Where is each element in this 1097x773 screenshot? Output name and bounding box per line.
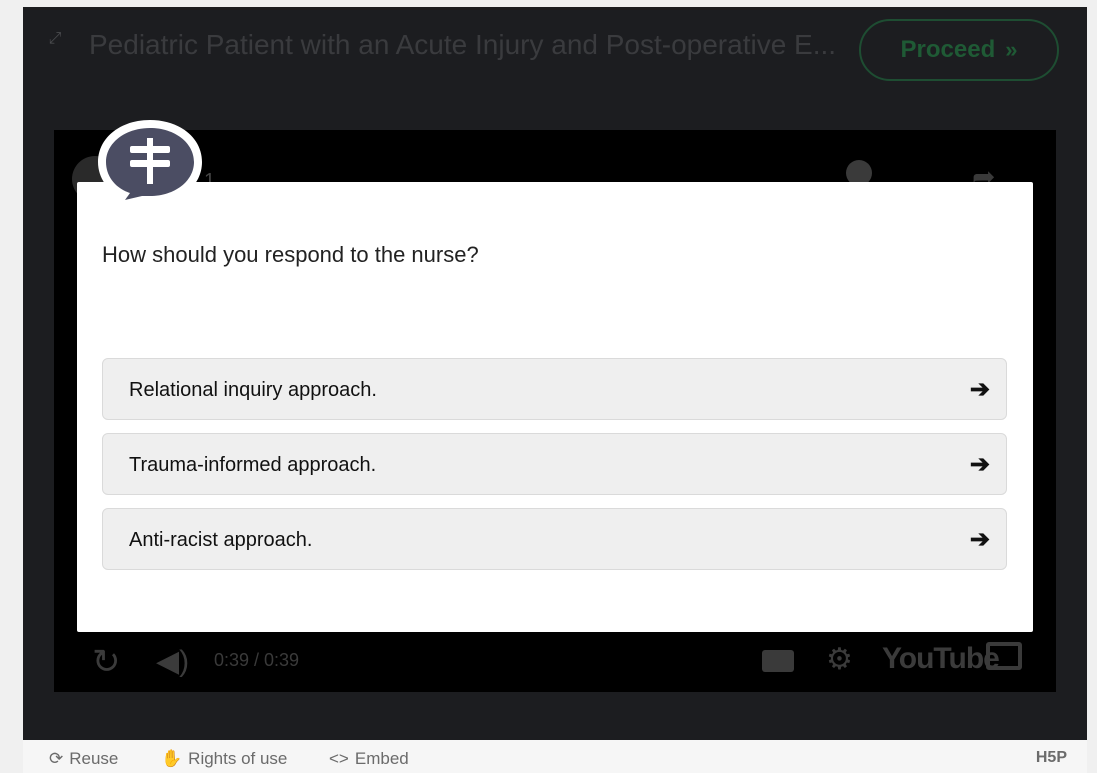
answer-option[interactable]: Relational inquiry approach. ➔ — [102, 358, 1007, 420]
replay-icon[interactable]: ↻ — [92, 642, 121, 682]
reuse-link[interactable]: ⟳ Reuse — [49, 749, 118, 769]
answer-option[interactable]: Trauma-informed approach. ➔ — [102, 433, 1007, 495]
h5p-footer: ⟳ Reuse ✋ Rights of use <> Embed H5P — [23, 740, 1087, 773]
video-controls: ↻ ◀) 0:39 / 0:39 ⚙ YouTube — [54, 628, 1056, 692]
answer-label: Relational inquiry approach. — [129, 379, 377, 401]
code-icon: <> — [329, 749, 349, 768]
proceed-label: Proceed — [900, 36, 996, 63]
header: ⤢ Pediatric Patient with an Acute Injury… — [23, 7, 1087, 97]
expand-icon[interactable]: ⤢ — [45, 29, 65, 49]
signpost-icon — [98, 120, 202, 208]
page-title: Pediatric Patient with an Acute Injury a… — [89, 29, 837, 60]
answer-label: Trauma-informed approach. — [129, 454, 377, 476]
handshake-icon: ✋ — [161, 749, 183, 768]
embed-label: Embed — [354, 749, 409, 768]
rights-of-use-link[interactable]: ✋ Rights of use — [161, 749, 287, 769]
h5p-logo[interactable]: H5P — [1036, 749, 1067, 767]
rights-label: Rights of use — [188, 749, 288, 768]
reuse-icon: ⟳ — [49, 749, 64, 768]
gear-icon[interactable]: ⚙ — [826, 642, 853, 677]
arrow-right-icon: ➔ — [969, 526, 990, 553]
airplay-icon[interactable] — [986, 642, 1022, 670]
youtube-logo[interactable]: YouTube — [882, 642, 1000, 676]
captions-icon[interactable] — [762, 650, 794, 672]
answer-label: Anti-racist approach. — [129, 529, 313, 551]
answer-option[interactable]: Anti-racist approach. ➔ — [102, 508, 1007, 570]
volume-icon[interactable]: ◀) — [156, 644, 189, 679]
reuse-label: Reuse — [69, 749, 119, 768]
arrow-right-icon: ➔ — [969, 376, 990, 403]
branching-question-dialog: How should you respond to the nurse? Rel… — [77, 182, 1033, 632]
proceed-button[interactable]: Proceed » — [859, 19, 1059, 81]
arrow-right-icon: ➔ — [969, 451, 990, 478]
time-display: 0:39 / 0:39 — [214, 650, 300, 670]
chevron-right-icon: » — [1005, 37, 1018, 62]
embed-link[interactable]: <> Embed — [329, 749, 409, 769]
question-text: How should you respond to the nurse? — [102, 242, 479, 267]
